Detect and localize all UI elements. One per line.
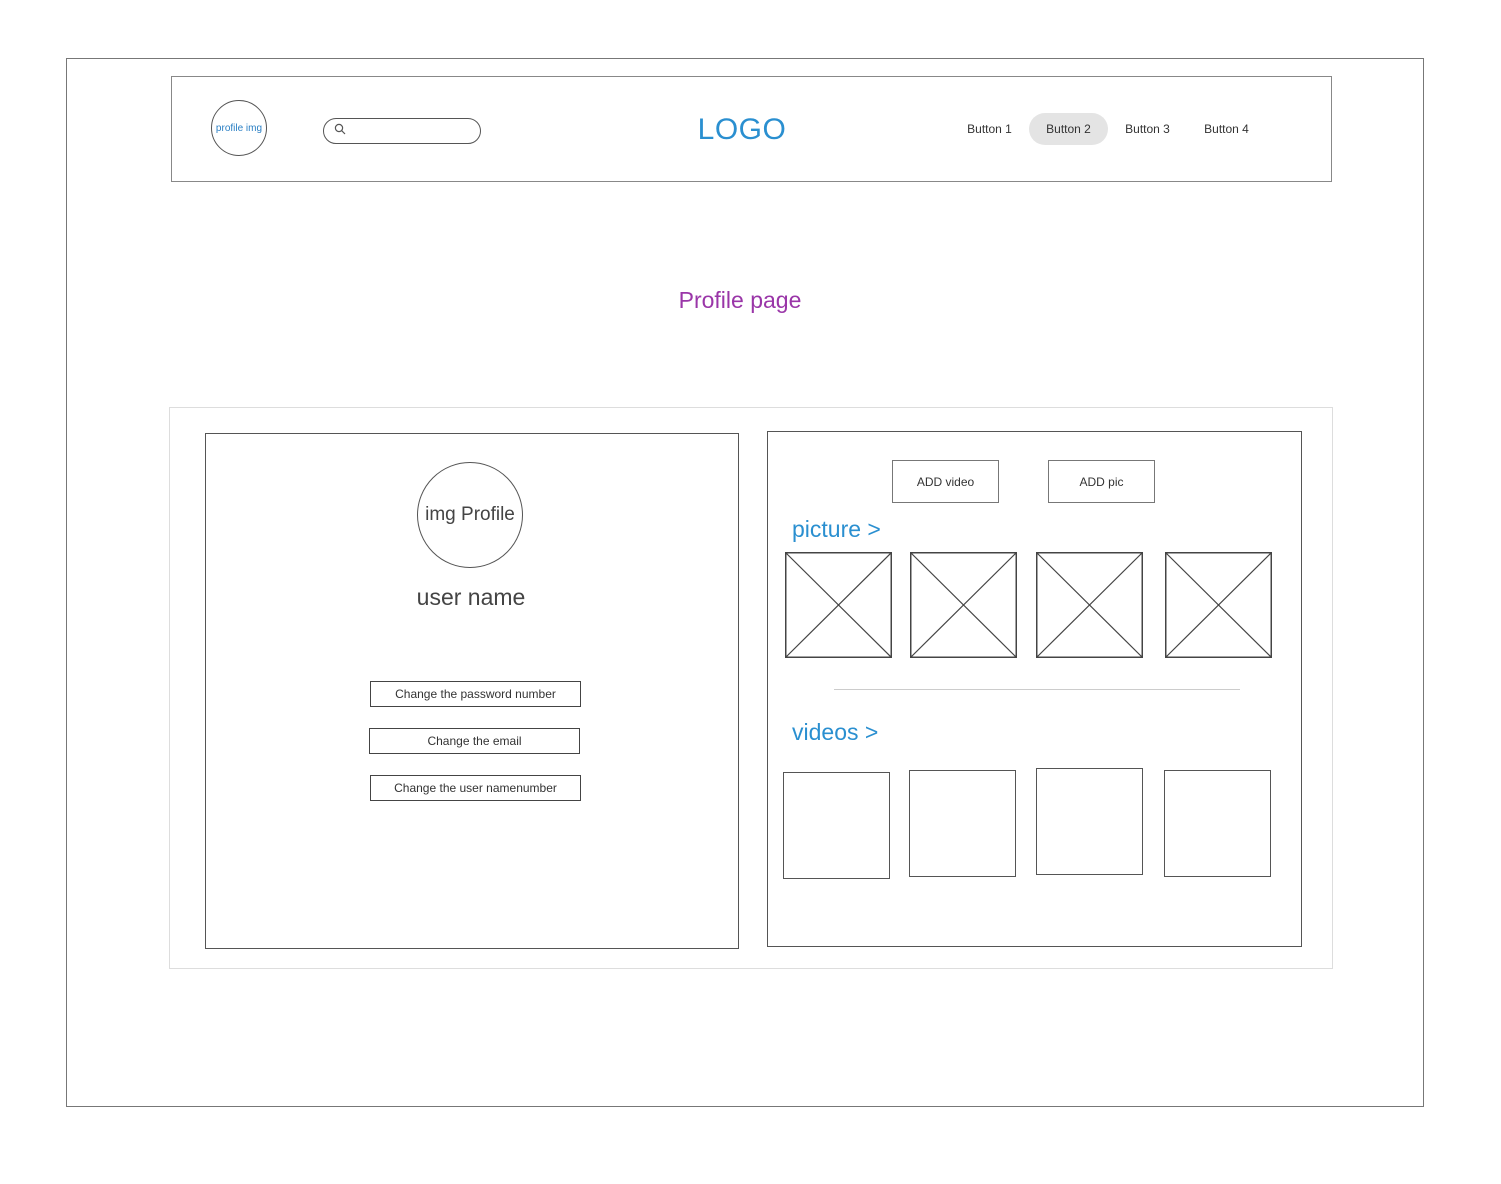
video-placeholder-2[interactable] <box>909 770 1016 877</box>
profile-avatar[interactable]: profile img <box>211 100 267 156</box>
change-email-button[interactable]: Change the email <box>369 728 580 754</box>
logo: LOGO <box>697 113 787 146</box>
video-placeholder-4[interactable] <box>1164 770 1271 877</box>
search-icon <box>334 122 346 140</box>
nav-button-1[interactable]: Button 1 <box>950 113 1029 145</box>
picture-placeholder-3[interactable] <box>1036 552 1143 658</box>
change-username-button[interactable]: Change the user namenumber <box>370 775 581 801</box>
nav-button-2[interactable]: Button 2 <box>1029 113 1108 145</box>
picture-placeholder-2[interactable] <box>910 552 1017 658</box>
profile-panel: img Profile user name Change the passwor… <box>205 433 739 949</box>
nav-button-3[interactable]: Button 3 <box>1108 113 1187 145</box>
profile-image[interactable]: img Profile <box>417 462 523 568</box>
picture-section-title[interactable]: picture > <box>792 516 881 543</box>
page-title: Profile page <box>678 287 802 313</box>
username: user name <box>416 584 526 610</box>
nav-button-4[interactable]: Button 4 <box>1187 113 1266 145</box>
profile-avatar-label: profile img <box>215 122 263 134</box>
video-placeholder-3[interactable] <box>1036 768 1143 875</box>
videos-section-title[interactable]: videos > <box>792 719 878 746</box>
search-input[interactable] <box>350 123 480 139</box>
media-panel: ADD video ADD pic picture > videos > <box>767 431 1302 947</box>
picture-placeholder-1[interactable] <box>785 552 892 658</box>
add-pic-button[interactable]: ADD pic <box>1048 460 1155 503</box>
video-placeholder-1[interactable] <box>783 772 890 879</box>
profile-image-label: img Profile <box>425 504 515 525</box>
nav-bar: Button 1 Button 2 Button 3 Button 4 <box>950 113 1266 145</box>
add-video-button[interactable]: ADD video <box>892 460 999 503</box>
change-password-button[interactable]: Change the password number <box>370 681 581 707</box>
search-box[interactable] <box>323 118 481 144</box>
header-bar: profile img LOGO Button 1 Button 2 Butto… <box>171 76 1332 182</box>
section-divider <box>834 689 1240 690</box>
picture-placeholder-4[interactable] <box>1165 552 1272 658</box>
